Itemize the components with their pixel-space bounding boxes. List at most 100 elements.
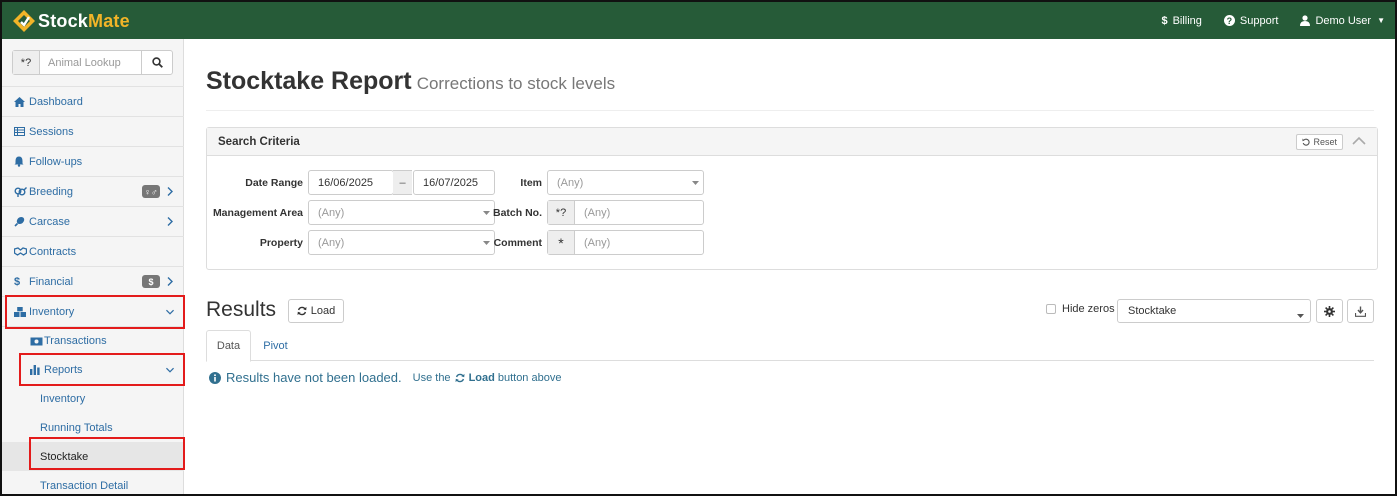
load-button[interactable]: Load [288,299,344,323]
results-tabs: Data Pivot [206,330,1374,362]
animal-lookup-input[interactable] [40,51,141,74]
management-area-select[interactable]: (Any) [308,200,495,225]
sidebar-item-label: Financial [29,275,74,288]
sidebar: *? Dashboard Sessions Follow-ups Breedin… [2,39,184,494]
download-icon [1355,306,1366,317]
sidebar-item-financial[interactable]: $ Financial $ [2,266,184,296]
sidebar-item-inventory[interactable]: Inventory [2,296,184,326]
download-button[interactable] [1347,299,1374,323]
chevron-right-icon [166,187,174,196]
sidebar-item-label: Transactions [44,335,107,347]
dollar-icon: $ [1161,14,1168,27]
sidebar-item-sessions[interactable]: Sessions [2,116,184,146]
management-area-placeholder: (Any) [318,206,345,219]
tab-pivot[interactable]: Pivot [253,330,298,361]
chevron-up-icon[interactable] [1352,135,1366,147]
property-placeholder: (Any) [318,236,345,249]
user-menu[interactable]: Demo User ▼ [1300,15,1385,27]
chevron-right-icon [166,217,174,226]
info-circle-icon [209,371,221,384]
search-criteria-title: Search Criteria [218,135,300,148]
question-circle-icon: ? [1223,15,1235,26]
reset-label: Reset [1313,137,1337,147]
search-icon [151,57,163,68]
support-link[interactable]: ? Support [1223,15,1278,27]
sidebar-nav: Dashboard Sessions Follow-ups Breeding ♀… [2,86,184,494]
wildcard-addon: *? [548,201,575,224]
caret-down-icon [1297,309,1304,321]
date-from-value: 16/06/2025 [318,176,374,189]
sidebar-item-follow-ups[interactable]: Follow-ups [2,146,184,176]
date-range-label: Date Range [245,177,303,189]
logo-mark-icon [13,10,35,32]
date-from-field[interactable]: 16/06/2025 [308,170,394,195]
hide-zeros-checkbox[interactable] [1046,304,1056,314]
batch-no-field[interactable]: *? (Any) [547,200,704,225]
results-notice-text: Results have not been loaded. [226,370,402,385]
chevron-right-icon [166,277,174,286]
brand-logo[interactable]: StockMate [12,5,130,37]
report-type-select[interactable]: Stocktake [1117,299,1311,323]
report-type-value: Stocktake [1128,305,1177,317]
management-area-label: Management Area [212,207,303,219]
date-to-value: 16/07/2025 [423,176,479,189]
top-nav: $ Billing ? Support Demo User ▼ [1161,2,1385,39]
results-hint-prefix: Use the [412,371,451,384]
sidebar-item-label: Sessions [29,125,74,138]
table-icon [14,127,28,136]
sidebar-item-contracts[interactable]: Contracts [2,236,184,266]
breeding-badge: ♀♂ [142,185,160,198]
page-title: Stocktake Report [206,67,412,95]
sidebar-item-report-inventory[interactable]: Inventory [2,384,184,413]
results-hint-suffix: button above [497,371,562,384]
property-select[interactable]: (Any) [308,230,495,255]
home-icon [14,96,28,107]
item-select[interactable]: (Any) [547,170,704,195]
boxes-icon [14,306,28,317]
sidebar-item-label: Reports [44,363,83,376]
sidebar-item-label: Follow-ups [29,155,83,168]
dollar-icon: $ [14,275,21,288]
sidebar-item-transaction-detail[interactable]: Transaction Detail [2,471,184,494]
date-separator: – [393,170,412,195]
animal-lookup: *? [12,50,173,75]
comment-field[interactable]: * (Any) [547,230,704,255]
sidebar-item-breeding[interactable]: Breeding ♀♂ [2,176,184,206]
handshake-icon [14,247,28,256]
user-icon [1300,15,1311,26]
caret-down-icon: ▼ [1377,16,1385,25]
undo-icon [1302,138,1311,146]
batch-no-placeholder: (Any) [584,206,611,219]
sidebar-item-carcase[interactable]: Carcase [2,206,184,236]
sidebar-item-dashboard[interactable]: Dashboard [2,86,184,116]
sidebar-item-running-totals[interactable]: Running Totals [2,413,184,442]
sidebar-item-reports[interactable]: Reports [2,355,184,384]
item-placeholder: (Any) [557,176,584,189]
app-window: StockMate $ Billing ? Support Demo User … [0,0,1397,496]
tab-data[interactable]: Data [206,330,251,362]
sidebar-item-label: Carcase [29,215,70,228]
wildcard-addon: * [548,231,575,254]
batch-no-label: Batch No. [492,207,542,219]
reset-button[interactable]: Reset [1296,134,1343,150]
sidebar-item-label: Dashboard [29,95,83,108]
search-button[interactable] [141,51,172,74]
billing-label: Billing [1172,14,1202,27]
date-to-field[interactable]: 16/07/2025 [413,170,495,195]
search-criteria-panel: Search Criteria Reset Date Range 16/06/2… [206,127,1378,270]
sidebar-item-transactions[interactable]: Transactions [2,326,184,355]
comment-label: Comment [493,237,542,249]
search-criteria-header: Search Criteria Reset [207,128,1377,156]
settings-button[interactable] [1316,299,1343,323]
hide-zeros-label: Hide zeros [1062,303,1115,315]
sidebar-item-stocktake[interactable]: Stocktake [2,442,184,471]
property-label: Property [259,237,303,249]
results-notice: Results have not been loaded. Use the Lo… [209,370,561,385]
top-navbar: StockMate $ Billing ? Support Demo User … [2,2,1395,39]
sidebar-item-label: Contracts [29,245,77,258]
hide-zeros-toggle[interactable]: Hide zeros [1046,303,1115,315]
billing-link[interactable]: $ Billing [1161,15,1201,27]
money-bill-icon [30,337,44,346]
gear-icon [1324,305,1335,317]
results-title: Results [206,298,277,321]
